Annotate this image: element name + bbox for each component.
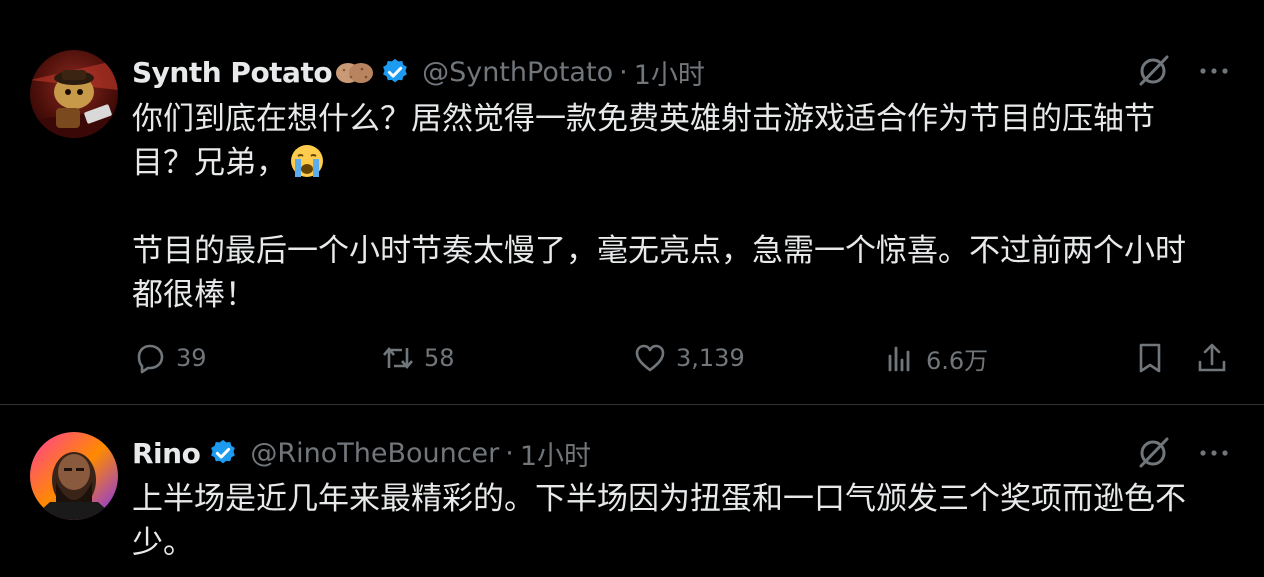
- views-icon: [888, 346, 910, 372]
- crying-face-emoji: [291, 145, 323, 177]
- reply-button[interactable]: 39: [132, 336, 207, 380]
- retweet-button[interactable]: 58: [380, 336, 455, 380]
- retweet-icon: [383, 346, 413, 370]
- avatar[interactable]: [30, 50, 118, 138]
- tweet-text-line: 少。: [132, 525, 194, 561]
- display-name[interactable]: Synth Potato: [132, 56, 333, 89]
- tweet-text: 上半场是近几年来最精彩的。下半场因为扭蛋和一口气颁发三个奖项而逊色不 少。: [132, 477, 1232, 565]
- handle[interactable]: @RinoTheBouncer: [250, 438, 499, 469]
- tweet-header: Rino @RinoTheBouncer · 1小时: [132, 432, 591, 474]
- tweet-actions: 39 58 3,139 6.6万: [132, 336, 1232, 380]
- share-icon: [1198, 343, 1226, 372]
- display-name[interactable]: Rino: [132, 437, 201, 470]
- tweet-text-line: 都很棒！: [132, 277, 256, 313]
- tweet-top-actions: [1136, 52, 1234, 88]
- views-button[interactable]: 6.6万: [882, 336, 988, 380]
- views-count: 6.6万: [926, 346, 989, 375]
- potato-emoji: [336, 63, 374, 83]
- timestamp[interactable]: 1小时: [634, 53, 705, 92]
- like-icon: [635, 344, 665, 372]
- retweet-count: 58: [424, 344, 455, 372]
- tweet-text-line: 你们到底在想什么？居然觉得一款免费英雄射击游戏适合作为节目的压轴节: [132, 101, 1155, 137]
- tweet-text: 你们到底在想什么？居然觉得一款免费英雄射击游戏适合作为节目的压轴节 目？兄弟， …: [132, 97, 1232, 317]
- verified-badge-icon[interactable]: [208, 438, 238, 468]
- bookmark-button[interactable]: [1132, 336, 1168, 380]
- more-icon[interactable]: [1194, 52, 1234, 88]
- like-button[interactable]: 3,139: [632, 336, 745, 380]
- handle[interactable]: @SynthPotato: [422, 57, 613, 88]
- tweet-top-actions: [1136, 434, 1234, 470]
- tweet[interactable]: Synth Potato @SynthPotato · 1小时 你们到底在想什么…: [0, 0, 1264, 405]
- tweet-text-line: 目？兄弟，: [132, 145, 287, 181]
- separator-dot: ·: [505, 437, 514, 469]
- share-button[interactable]: [1194, 336, 1230, 380]
- avatar-image: [30, 432, 118, 520]
- grok-icon[interactable]: [1136, 434, 1172, 470]
- tweet-header: Synth Potato @SynthPotato · 1小时: [132, 52, 705, 92]
- avatar-image: [30, 60, 118, 138]
- avatar[interactable]: [30, 432, 118, 520]
- verified-badge-icon[interactable]: [380, 57, 410, 87]
- grok-icon[interactable]: [1136, 52, 1172, 88]
- tweet-text-line: 节目的最后一个小时节奏太慢了，毫无亮点，急需一个惊喜。不过前两个小时: [132, 233, 1186, 269]
- timestamp[interactable]: 1小时: [520, 434, 591, 473]
- tweet-text-line: 上半场是近几年来最精彩的。下半场因为扭蛋和一口气颁发三个奖项而逊色不: [132, 481, 1186, 517]
- separator-dot: ·: [619, 56, 628, 88]
- reply-icon: [137, 344, 164, 374]
- bookmark-icon: [1139, 343, 1161, 373]
- like-count: 3,139: [676, 344, 745, 372]
- more-icon[interactable]: [1194, 434, 1234, 470]
- reply-count: 39: [176, 344, 207, 372]
